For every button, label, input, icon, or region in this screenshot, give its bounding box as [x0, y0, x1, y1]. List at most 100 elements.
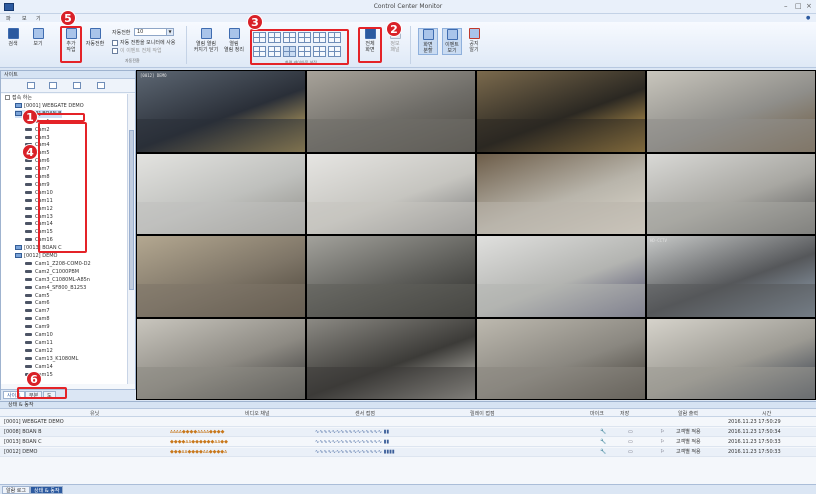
camera-tile[interactable]: [476, 235, 646, 318]
expand-all-icon[interactable]: [27, 82, 35, 89]
camera-icon: [25, 277, 32, 281]
row-alarm-output: 고객별 적용: [676, 429, 701, 435]
tree-node-label: [0001] WEBGATE DEMO: [24, 102, 84, 109]
camera-tile[interactable]: [306, 70, 476, 153]
camera-icon: [25, 364, 32, 368]
camera-tile[interactable]: [136, 152, 306, 235]
help-icon[interactable]: ●: [806, 15, 810, 21]
tree-node-cam[interactable]: Cam7: [25, 307, 50, 315]
camera-tile[interactable]: [306, 317, 476, 400]
tile-floor-shade: [137, 284, 305, 317]
link-icon[interactable]: [97, 82, 105, 89]
tree-node-cam[interactable]: Cam6: [25, 299, 50, 307]
tree-node-label: Cam9: [35, 324, 50, 331]
camera-tile[interactable]: [0012] DEMO: [136, 70, 306, 153]
edit-icon[interactable]: [73, 82, 81, 89]
status-row[interactable]: [0012] DEMO ◆◆◆ᴀᴀ◆◆◆◆ᴀᴀ◆◆◆◆ᴀ ∿∿∿∿∿∿∿∿∿∿∿∿∿…: [0, 448, 816, 457]
col-video: 비디오 채널: [245, 411, 270, 417]
interval-select[interactable]: 10 ▼: [134, 28, 174, 36]
menu-strip: 파 보 기 ●: [0, 14, 816, 22]
arrange-button[interactable]: 열림 열림 정리: [222, 28, 246, 53]
tree-node-cam[interactable]: Cam9: [25, 323, 50, 331]
col-sensor: 센서 접점: [355, 411, 375, 417]
tree-node-cam[interactable]: Cam1_Z208-COM0-D2: [25, 260, 91, 268]
camera-tile[interactable]: [646, 317, 816, 400]
tree-node-cam[interactable]: Cam3_C1080ML-A85n: [25, 276, 90, 284]
wrench-icon[interactable]: 🔧: [600, 439, 606, 446]
status-row[interactable]: [0008] BOAN B ᴀᴀᴀᴀ◆◆◆◆ᴀᴀᴀᴀ◆◆◆◆ ∿∿∿∿∿∿∿∿∿∿∿…: [0, 428, 816, 437]
wrench-icon[interactable]: 🔧: [600, 429, 606, 436]
tree-node-cam[interactable]: Cam5: [25, 292, 50, 300]
storage-icon[interactable]: ▭: [628, 439, 633, 446]
camera-tile[interactable]: [306, 152, 476, 235]
tile-floor-shade: [647, 119, 815, 152]
server-icon: [15, 102, 22, 108]
event-checkbox[interactable]: 이 이벤트 전체 작업: [112, 47, 162, 54]
camera-tile[interactable]: HD-CCTV: [646, 235, 816, 318]
tree-node-folder[interactable]: 접속 하는: [5, 94, 32, 102]
camera-icon: [25, 293, 32, 297]
search-button[interactable]: 검색: [6, 28, 20, 47]
camera-icon: [25, 348, 32, 352]
open-close-button[interactable]: 열림 열림 커지기 닫기: [192, 28, 220, 53]
camera-icon: [25, 285, 32, 289]
tree-node-cam[interactable]: Cam13_K1080ML: [25, 355, 78, 363]
tree-node-server[interactable]: [0012] DEMO: [15, 252, 57, 260]
storage-icon[interactable]: ▭: [628, 429, 633, 436]
camera-tile[interactable]: [306, 235, 476, 318]
event-view-button[interactable]: 이벤트 보기: [442, 28, 462, 55]
row-sensor-icons: ∿∿∿∿∿∿∿∿∿∿∿∿∿∿∿∿ ▮▮▮▮: [315, 449, 395, 455]
tab-alarm-log[interactable]: 알람 로그: [2, 486, 30, 494]
tree-node-cam[interactable]: Cam14: [25, 363, 53, 371]
tree-node-cam[interactable]: Cam12: [25, 347, 53, 355]
status-row[interactable]: [0001] WEBGATE DEMO 2016.11.23 17:50:29: [0, 418, 816, 427]
status-panel: 상태 & 동작 유닛 비디오 채널 센서 접점 릴레이 접점 마이크 저장 알람…: [0, 401, 816, 494]
camera-tile[interactable]: [646, 152, 816, 235]
checkbox-icon[interactable]: [112, 47, 118, 54]
view-button[interactable]: 보기: [31, 28, 45, 47]
camera-icon: [25, 206, 32, 210]
camera-tile[interactable]: [476, 317, 646, 400]
camera-tile[interactable]: [476, 152, 646, 235]
camera-icon: [25, 175, 32, 178]
status-tabs: 알람 로그 상태 & 동작: [0, 484, 816, 494]
alarm-icon[interactable]: ⚐: [660, 449, 664, 456]
close-button[interactable]: ×: [806, 2, 812, 11]
scroll-thumb[interactable]: [129, 130, 134, 290]
tab-status-action[interactable]: 상태 & 동작: [30, 486, 64, 494]
alarm-icon[interactable]: ⚐: [660, 429, 664, 436]
camera-tile[interactable]: [136, 235, 306, 318]
camera-icon: [25, 190, 32, 194]
arrange-icon: [228, 28, 240, 39]
tree-node-cam[interactable]: Cam8: [25, 315, 50, 323]
server-icon: [15, 110, 22, 116]
status-row[interactable]: [0013] BOAN C ◆◆◆◆ᴀᴀ◆◆◆◆◆◆ᴀᴀ◆◆ ∿∿∿∿∿∿∿∿∿∿∿…: [0, 438, 816, 447]
wrench-icon[interactable]: 🔧: [600, 449, 606, 456]
auto-switch-button[interactable]: 자동전환: [84, 28, 106, 47]
tree-node-cam[interactable]: Cam10: [25, 331, 53, 339]
notice-button[interactable]: 공지 알기: [466, 28, 482, 53]
minimize-button[interactable]: –: [784, 2, 788, 11]
split-screen-button[interactable]: 화면 분할: [418, 28, 438, 55]
sidebar-scrollbar[interactable]: [127, 94, 135, 384]
camera-icon: [25, 127, 32, 131]
menu-tab-view[interactable]: 보: [22, 15, 27, 22]
camera-tile[interactable]: [646, 70, 816, 153]
tree-node-cam[interactable]: Cam2_C1000PBM: [25, 268, 79, 276]
maximize-button[interactable]: □: [795, 2, 802, 11]
camera-tile[interactable]: [476, 70, 646, 153]
collapse-all-icon[interactable]: [49, 82, 57, 89]
menu-tab-file[interactable]: 파: [6, 15, 11, 22]
monitor-checkbox[interactable]: 자동 전환을 모니터에 사용: [112, 39, 175, 46]
tree-node-cam[interactable]: Cam4_SF800_B1253: [25, 284, 86, 292]
alarm-icon[interactable]: ⚐: [660, 439, 664, 446]
tree-node-label: Cam6: [35, 300, 50, 307]
storage-icon[interactable]: ▭: [628, 449, 633, 456]
menu-tab-extra[interactable]: 기: [36, 15, 41, 22]
tree-node-cam[interactable]: Cam11: [25, 339, 53, 347]
camera-tile[interactable]: [136, 317, 306, 400]
checkbox-icon[interactable]: [112, 39, 118, 46]
row-unit: [0008] BOAN B: [4, 429, 42, 435]
tree-node-server[interactable]: [0001] WEBGATE DEMO: [15, 102, 84, 110]
tree-node-label: Cam12: [35, 347, 53, 354]
